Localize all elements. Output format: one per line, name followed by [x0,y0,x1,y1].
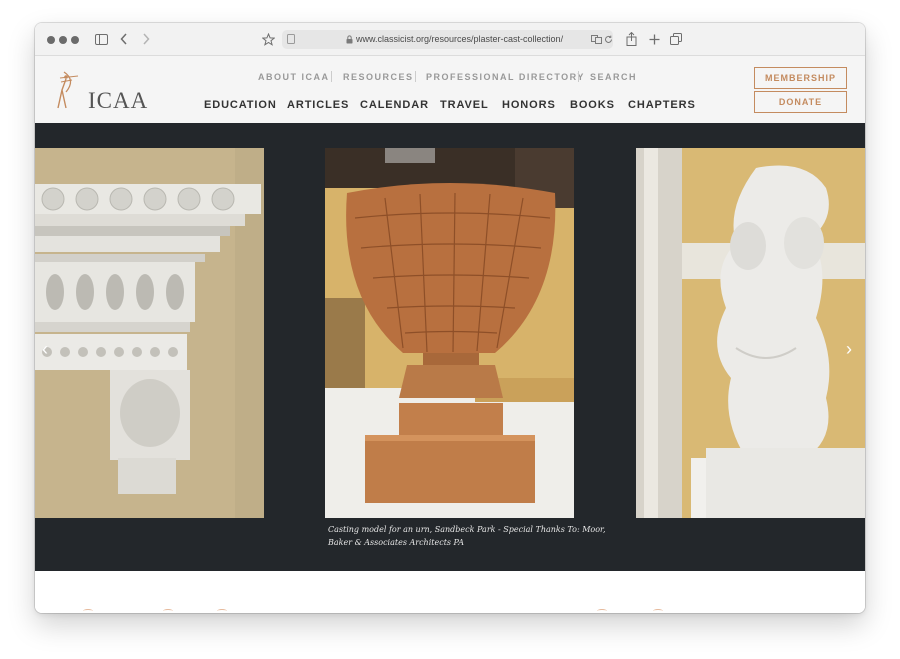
bookmark-star-icon[interactable] [261,31,275,47]
share-icon[interactable] [625,31,637,47]
translate-icon[interactable] [590,32,602,46]
browser-window: www.classicist.org/resources/plaster-cas… [35,23,865,613]
ornament [653,609,663,613]
zoom-window-button[interactable] [71,36,79,44]
page-icon [286,32,296,46]
forward-icon[interactable] [141,31,151,47]
nav-education[interactable]: EDUCATION [204,99,277,111]
ornament [597,609,607,613]
content-area [35,571,865,613]
carousel-next-arrow[interactable]: › [846,340,852,358]
carousel-prev-arrow[interactable]: ‹ [42,340,48,358]
nav-books[interactable]: BOOKS [570,99,615,111]
lock-icon [345,32,353,46]
logo-text: ICAA [88,88,149,113]
nav-chapters[interactable]: CHAPTERS [628,99,696,111]
nav-search[interactable]: SEARCH [590,72,637,82]
ornament [163,609,173,613]
close-window-button[interactable] [47,36,55,44]
nav-professional-directory[interactable]: PROFESSIONAL DIRECTORY [426,72,585,82]
minimize-window-button[interactable] [59,36,67,44]
membership-button[interactable]: MEMBERSHIP [754,67,847,89]
nav-honors[interactable]: HONORS [502,99,556,111]
nav-divider [415,71,416,82]
icaa-logo[interactable]: ICAA [52,68,147,113]
nav-resources[interactable]: RESOURCES [343,72,414,82]
ornament [83,609,93,613]
slide-bracket-image[interactable] [35,148,264,518]
address-bar[interactable]: www.classicist.org/resources/plaster-cas… [282,30,613,49]
sidebar-toggle-icon[interactable] [94,31,108,47]
site-header: ICAA ABOUT ICAA RESOURCES PROFESSIONAL D… [35,56,865,123]
new-tab-icon[interactable] [648,31,660,47]
reload-icon[interactable] [604,32,613,46]
url-text: www.classicist.org/resources/plaster-cas… [356,34,564,44]
browser-toolbar: www.classicist.org/resources/plaster-cas… [35,23,865,56]
image-carousel: ‹ › Casting model for an urn, Sandbeck P… [35,123,865,571]
slide-caption: Casting model for an urn, Sandbeck Park … [328,525,606,547]
slide-urn-image[interactable] [325,148,574,518]
nav-articles[interactable]: ARTICLES [287,99,349,111]
donate-button[interactable]: DONATE [754,91,847,113]
nav-calendar[interactable]: CALENDAR [360,99,429,111]
nav-about-icaa[interactable]: ABOUT ICAA [258,72,330,82]
nav-divider [331,71,332,82]
tab-overview-icon[interactable] [669,31,682,47]
slide-statue-image[interactable] [636,148,865,518]
back-icon[interactable] [119,31,129,47]
archer-logo-icon [57,71,79,109]
nav-divider [578,71,579,82]
nav-travel[interactable]: TRAVEL [440,99,489,111]
ornament [217,609,227,613]
